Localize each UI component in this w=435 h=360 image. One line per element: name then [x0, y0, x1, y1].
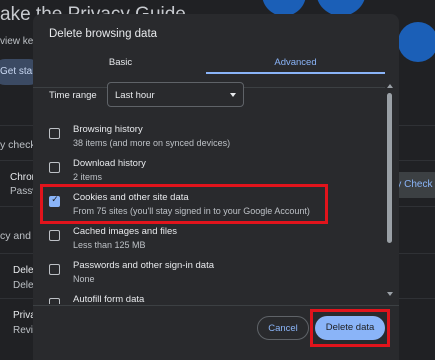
delete-row-subtitle: Dele — [13, 280, 34, 291]
delete-browsing-data-dialog: Delete browsing data Basic Advanced Time… — [33, 14, 399, 360]
item-subtitle: None — [73, 274, 95, 284]
item-title: Passwords and other sign-in data — [73, 260, 214, 271]
scroll-thumb[interactable] — [387, 93, 392, 243]
autofill-checkbox[interactable] — [49, 298, 60, 304]
item-title: Browsing history — [73, 124, 143, 135]
item-title: Cached images and files — [73, 226, 178, 237]
time-range-label: Time range — [49, 90, 97, 101]
item-subtitle: 2 items — [73, 172, 103, 182]
active-tab-indicator — [206, 72, 385, 74]
item-title: Cookies and other site data — [73, 192, 189, 203]
data-type-list: Browsing history 38 items (and more on s… — [33, 114, 385, 304]
time-range-value: Last hour — [115, 90, 155, 101]
list-item-browsing-history[interactable]: Browsing history 38 items (and more on s… — [33, 119, 385, 153]
safety-check-heading: y check — [0, 139, 36, 151]
item-subtitle: Less than 125 MB — [73, 240, 146, 250]
download-history-checkbox[interactable] — [49, 162, 60, 173]
delete-data-button[interactable]: Delete data — [315, 316, 385, 340]
delete-row-title: Dele — [13, 265, 34, 276]
scroll-up-arrow-icon[interactable] — [387, 84, 393, 88]
scroll-down-arrow-icon[interactable] — [387, 292, 393, 296]
time-range-select[interactable]: Last hour — [107, 82, 244, 107]
item-title: Autofill form data — [73, 294, 145, 304]
list-item-cookies[interactable]: ✓ Cookies and other site data From 75 si… — [33, 187, 385, 221]
item-subtitle: From 75 sites (you'll stay signed in to … — [73, 206, 310, 216]
cancel-button[interactable]: Cancel — [257, 316, 309, 340]
check-icon: ✓ — [51, 194, 59, 204]
illustration-cloud — [398, 22, 435, 62]
cached-images-checkbox[interactable] — [49, 230, 60, 241]
list-scrollbar[interactable] — [385, 84, 394, 298]
cookies-checkbox[interactable]: ✓ — [49, 194, 60, 207]
list-item-autofill[interactable]: Autofill form data — [33, 289, 385, 304]
item-subtitle: 38 items (and more on synced devices) — [73, 138, 231, 148]
chevron-down-icon — [230, 93, 236, 97]
passwords-checkbox[interactable] — [49, 264, 60, 275]
list-item-cached-images[interactable]: Cached images and files Less than 125 MB — [33, 221, 385, 255]
list-item-passwords[interactable]: Passwords and other sign-in data None — [33, 255, 385, 289]
list-item-download-history[interactable]: Download history 2 items — [33, 153, 385, 187]
browsing-history-checkbox[interactable] — [49, 128, 60, 139]
item-title: Download history — [73, 158, 146, 169]
footer-divider — [33, 305, 399, 306]
dialog-title: Delete browsing data — [49, 28, 158, 40]
